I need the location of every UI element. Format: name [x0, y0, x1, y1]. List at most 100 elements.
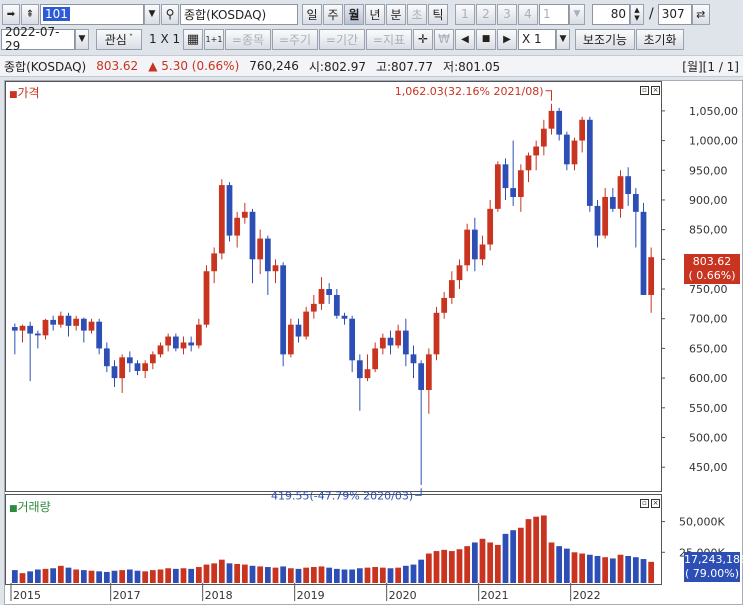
price-tick-label: 1,000,00	[689, 135, 738, 148]
multiplier-dropdown[interactable]: ▼	[556, 28, 570, 50]
candle-body	[579, 119, 586, 141]
prev-code-button[interactable]: ➡	[2, 3, 20, 25]
multiplier-select[interactable]: X 1	[518, 28, 556, 50]
volume-bar	[571, 552, 578, 583]
code-dropdown-button[interactable]: ▼	[144, 3, 160, 25]
volume-bar	[625, 555, 632, 583]
number-button-3[interactable]: 4	[518, 3, 538, 25]
period-button-1[interactable]: 주	[323, 3, 343, 25]
volume-bar	[50, 568, 57, 583]
price-tick-label: 650,00	[689, 342, 728, 355]
search-icon: ⚲	[165, 7, 175, 21]
period-button-4[interactable]: 분	[386, 3, 406, 25]
cycle-button[interactable]: =주기	[272, 28, 318, 50]
period-button-group: 일주월년분초틱	[302, 3, 449, 25]
volume-bar	[364, 567, 371, 583]
volume-bar	[563, 548, 570, 583]
candle-body	[142, 363, 149, 371]
candle-body	[571, 140, 578, 165]
volume-bar	[510, 530, 517, 583]
period-range-button[interactable]: =기간	[319, 28, 365, 50]
candle-body	[234, 217, 241, 236]
candle-body	[119, 357, 126, 379]
price-tick-label: 450,00	[689, 461, 728, 474]
period-button-2[interactable]: 월	[344, 3, 364, 25]
crosshair-button[interactable]: ✛	[413, 28, 433, 50]
interest-button[interactable]: 관심 ˇ	[96, 28, 142, 50]
volume-bar	[556, 546, 563, 583]
candle-body	[556, 110, 563, 135]
volume-bar	[203, 564, 210, 583]
settings-arrows-button[interactable]: ⇄	[691, 3, 710, 25]
grid-icon: ▦	[186, 31, 200, 47]
volume-bar	[648, 561, 655, 583]
candle-body	[410, 354, 417, 364]
candle-body	[632, 194, 639, 212]
close-icon[interactable]: ×	[651, 499, 660, 508]
date-dropdown[interactable]: ▼	[75, 28, 89, 50]
chart-area[interactable]: 450,00 500,00 550,00 600,00 650,00 700,00 750,…	[4, 80, 743, 605]
indicator-button[interactable]: =지표	[366, 28, 412, 50]
number-button-0[interactable]: 1	[455, 3, 475, 25]
layout-split-button[interactable]: 1+1	[204, 28, 224, 50]
candle-body	[303, 311, 310, 337]
maximize-icon[interactable]: ▫	[640, 86, 649, 95]
close-icon[interactable]: ×	[651, 86, 660, 95]
app-window: ➡ ⇞ 101 ▼ ⚲ 종합(KOSDAQ) 일주월년분초틱 1234 1 ▼ …	[0, 0, 743, 605]
count-input[interactable]: 80	[592, 3, 630, 25]
number-button-1[interactable]: 2	[476, 3, 496, 25]
maximize-icon[interactable]: ▫	[640, 499, 649, 508]
candle-body	[479, 244, 486, 260]
scroll-right-button[interactable]: ▶	[497, 28, 517, 50]
candle-body	[441, 297, 448, 313]
reset-button[interactable]: 초기화	[636, 28, 684, 50]
chevron-down-icon: ▼	[148, 9, 156, 19]
reset-label: 초기화	[643, 32, 677, 47]
aux-function-button[interactable]: 보조기능	[575, 28, 635, 50]
code-list-button[interactable]: ⇞	[21, 3, 39, 25]
candle-body	[648, 257, 655, 295]
stop-button[interactable]: ■	[476, 28, 496, 50]
volume-bar	[234, 563, 241, 583]
volume-bar	[149, 570, 156, 583]
price-tick-label: 900,00	[689, 194, 728, 207]
candle-body	[517, 170, 524, 197]
num-select[interactable]: 1	[539, 3, 569, 25]
list-up-icon: ⇞	[25, 8, 35, 20]
candle-body	[264, 238, 271, 272]
candle-body	[226, 185, 233, 236]
volume-bar	[479, 538, 486, 583]
arrows-icon: ⇄	[696, 7, 706, 21]
volume-bar	[341, 569, 348, 583]
volume-bar	[211, 563, 218, 583]
count-stepper[interactable]: ▲ ▼	[630, 3, 644, 25]
candle-body	[625, 176, 632, 195]
volume-bar	[188, 568, 195, 583]
num-select-dropdown[interactable]: ▼	[569, 3, 585, 25]
candle-body	[257, 238, 264, 260]
scroll-left-button[interactable]: ◀	[455, 28, 475, 50]
period-button-3[interactable]: 년	[365, 3, 385, 25]
candle-body	[73, 318, 80, 326]
volume-bar	[318, 566, 325, 583]
search-button[interactable]: ⚲	[161, 3, 179, 25]
quote-price: 803.62	[96, 59, 139, 73]
volume-bar	[640, 559, 647, 583]
number-button-2[interactable]: 3	[497, 3, 517, 25]
code-input[interactable]: 101	[40, 3, 144, 25]
stock-button[interactable]: =종목	[225, 28, 271, 50]
period-button-6[interactable]: 틱	[428, 3, 448, 25]
period-button-0[interactable]: 일	[302, 3, 322, 25]
won-button[interactable]: ₩	[434, 28, 454, 50]
candle-body	[617, 176, 624, 209]
candle-body	[188, 342, 195, 346]
grid-layout-button[interactable]: ▦	[183, 28, 203, 50]
volume-bar	[425, 553, 432, 583]
period-button-5[interactable]: 초	[407, 3, 427, 25]
date-input[interactable]: 2022-07-29	[1, 25, 75, 53]
candle-body	[134, 363, 141, 371]
candle-body	[157, 345, 164, 355]
volume-bar	[218, 559, 225, 583]
candle-body	[502, 164, 509, 189]
price-tick-label: 700,00	[689, 313, 728, 326]
